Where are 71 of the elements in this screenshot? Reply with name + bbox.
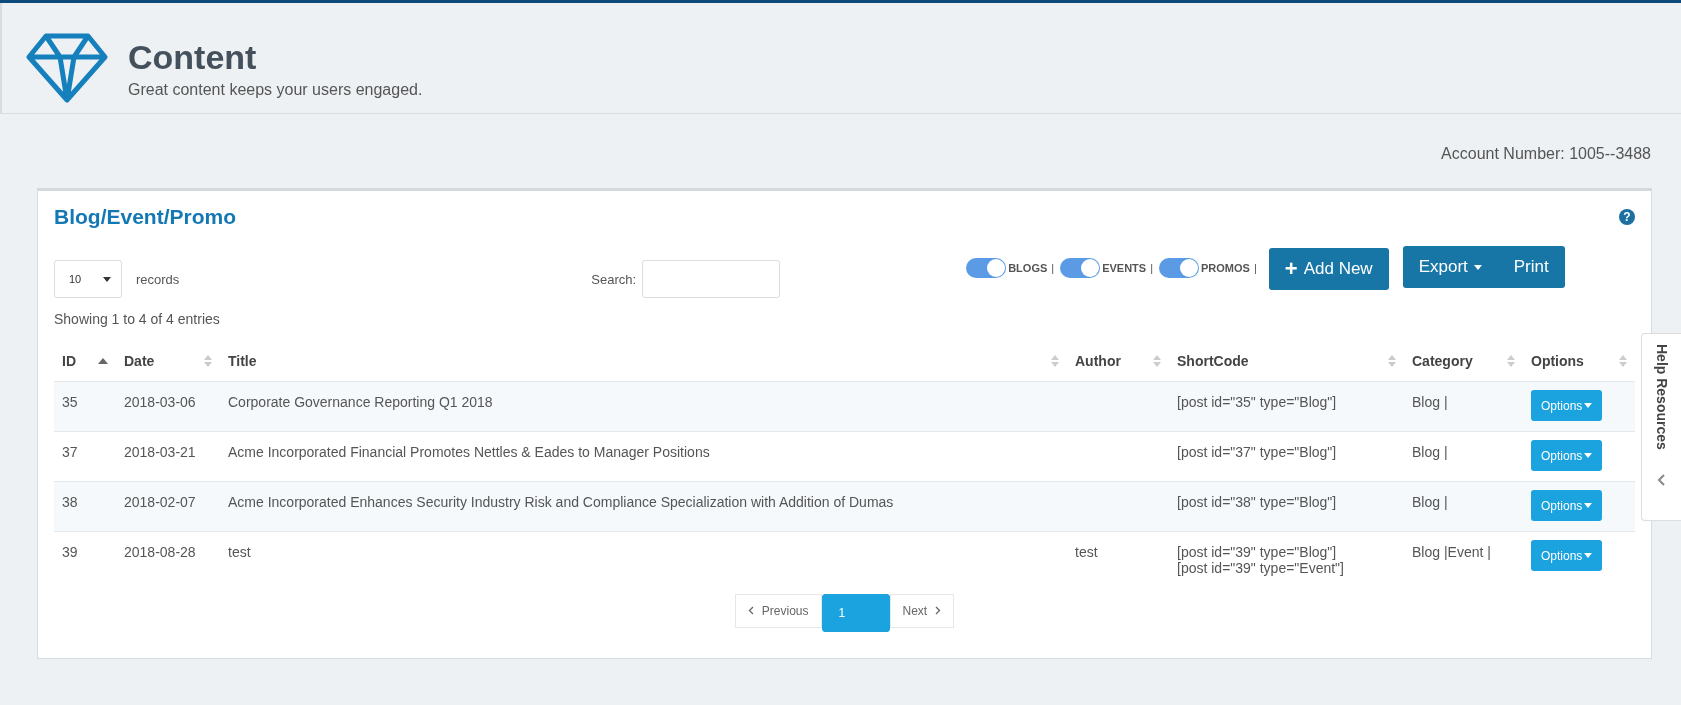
table-cell: 2018-08-28 — [124, 544, 196, 560]
sort-icon — [1507, 355, 1515, 367]
records-label: records — [136, 271, 180, 287]
chevron-left-icon — [1656, 473, 1667, 486]
table-cell: Acme Incorporated Enhances Security Industry Risk and Compliance Specialization with Addition of Dumas — [228, 494, 894, 510]
table-cell: 38 — [62, 494, 78, 510]
table-cell: Corporate Governance Reporting Q1 2018 — [228, 394, 493, 410]
diamond-icon — [26, 33, 108, 103]
column-header[interactable]: Author — [1067, 341, 1169, 382]
table-cell: 2018-02-07 — [124, 494, 196, 510]
column-header[interactable]: Category — [1404, 341, 1523, 382]
table-cell: [post id="35" type="Blog"] — [1177, 394, 1337, 410]
table-cell: 2018-03-21 — [124, 444, 196, 460]
records-select[interactable]: 10 — [54, 260, 122, 298]
table-cell: Blog |Event | — [1412, 544, 1491, 560]
table-cell: [post id="38" type="Blog"] — [1177, 494, 1337, 510]
chevron-right-icon — [935, 606, 942, 615]
sort-icon — [1153, 355, 1161, 367]
sort-icon — [1619, 355, 1627, 367]
table-cell: [post id="39" type="Event"] — [1177, 560, 1344, 576]
help-resources-tab[interactable]: Help Resources — [1641, 333, 1681, 521]
previous-button[interactable]: Previous — [734, 593, 822, 628]
print-button[interactable]: Print — [1497, 246, 1565, 288]
table-cell: test — [1075, 544, 1098, 560]
column-header[interactable]: ShortCode — [1169, 341, 1404, 382]
page-subtitle: Great content keeps your users engaged. — [128, 80, 423, 99]
toggle-switch[interactable] — [1060, 258, 1101, 278]
separator: | — [1051, 262, 1055, 274]
page-title: Content — [128, 37, 258, 77]
table-cell: 39 — [62, 544, 78, 560]
toggle-switch[interactable] — [966, 258, 1007, 278]
table-cell: 2018-03-06 — [124, 394, 196, 410]
toggle-switch[interactable] — [1159, 258, 1200, 278]
table-cell: Blog | — [1412, 494, 1448, 510]
table-cell: 37 — [62, 444, 78, 460]
column-header[interactable]: Title — [220, 341, 1067, 382]
sort-icon — [1051, 355, 1059, 367]
table-cell: 35 — [62, 394, 78, 410]
card-title: Blog/Event/Promo — [54, 205, 237, 229]
table-cell: Acme Incorporated Financial Promotes Nettles & Eades to Manager Positions — [228, 444, 710, 460]
column-header[interactable]: Date — [116, 341, 220, 382]
help-icon[interactable]: ? — [1619, 209, 1635, 225]
table-cell: test — [228, 544, 251, 560]
export-button[interactable]: Export — [1402, 246, 1498, 288]
search-field[interactable] — [642, 260, 781, 298]
sort-icon — [1388, 355, 1396, 367]
account-number: Account Number: 1005--3488 — [1441, 144, 1651, 164]
separator: | — [1253, 262, 1257, 274]
sort-ascending-icon — [98, 358, 108, 364]
table-cell: Blog | — [1412, 394, 1448, 410]
table-cell: [post id="39" type="Blog"] — [1177, 544, 1337, 560]
entries-info: Showing 1 to 4 of 4 entries — [54, 311, 221, 327]
caret-icon — [1473, 264, 1482, 270]
caret-icon — [1584, 453, 1593, 458]
caret-icon — [103, 276, 111, 282]
caret-icon — [1584, 403, 1593, 408]
separator: | — [1150, 262, 1154, 274]
column-header[interactable]: ID — [54, 341, 116, 382]
sort-icon — [204, 355, 212, 367]
toggle-label: PROMOS — [1201, 262, 1250, 274]
column-header[interactable]: Options — [1523, 341, 1635, 382]
table-cell: [post id="37" type="Blog"] — [1177, 444, 1337, 460]
caret-icon — [1584, 553, 1593, 558]
add-new-button[interactable]: + Add New — [1268, 248, 1389, 290]
next-button[interactable]: Next — [889, 593, 955, 628]
toggle-label: EVENTS — [1102, 262, 1147, 274]
caret-icon — [1584, 503, 1593, 508]
toggle-label: BLOGS — [1008, 262, 1048, 274]
search-label: Search: — [591, 271, 637, 287]
chevron-left-icon — [747, 606, 754, 615]
table-cell: Blog | — [1412, 444, 1448, 460]
